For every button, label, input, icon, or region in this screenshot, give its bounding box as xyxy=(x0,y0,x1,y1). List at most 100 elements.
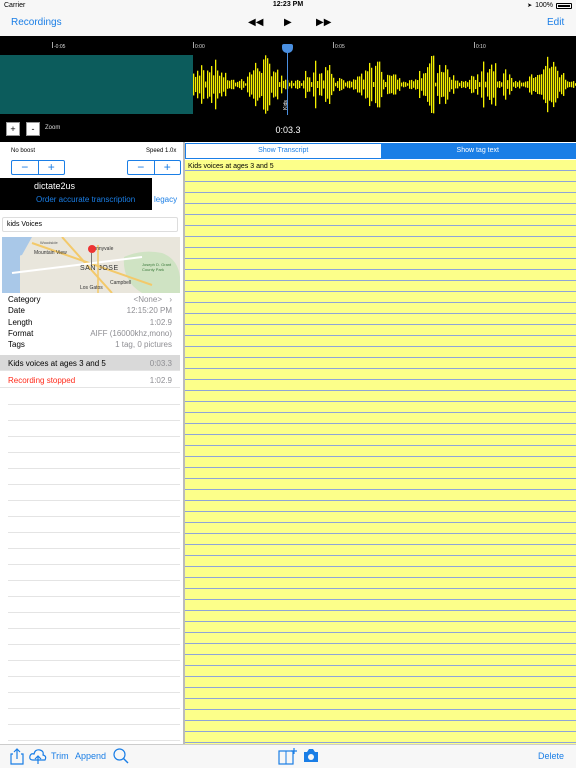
waveform-sample xyxy=(299,80,301,89)
waveform-sample xyxy=(539,74,541,95)
waveform-sample xyxy=(223,77,225,92)
playhead-handle[interactable] xyxy=(282,44,293,53)
waveform-sample xyxy=(427,67,429,102)
current-position: 0:03.3 xyxy=(275,125,301,135)
waveform-sample xyxy=(449,77,451,92)
boost-label: No boost xyxy=(11,148,36,154)
waveform-sample xyxy=(201,65,203,104)
waveform-sample xyxy=(251,74,253,95)
waveform-sample xyxy=(219,75,221,94)
waveform-sample xyxy=(511,77,513,92)
waveform-sample xyxy=(529,76,531,93)
zoom-in-button[interactable]: + xyxy=(6,122,20,136)
waveform-sample xyxy=(381,71,383,98)
waveform-sample xyxy=(453,75,455,94)
boost-stepper[interactable]: − + xyxy=(11,160,65,175)
speed-decrease-button[interactable]: − xyxy=(128,161,154,174)
waveform-sample xyxy=(385,81,387,88)
map-pin-icon xyxy=(88,245,96,253)
waveform-sample xyxy=(383,79,385,90)
waveform-sample xyxy=(549,68,551,101)
waveform-sample xyxy=(413,81,415,88)
waveform-sample xyxy=(255,62,257,107)
tag-time: 0:03.3 xyxy=(149,359,172,368)
waveform-sample xyxy=(309,77,311,92)
delete-button[interactable]: Delete xyxy=(538,751,564,761)
edit-button[interactable]: Edit xyxy=(547,17,564,28)
waveform-sample xyxy=(327,70,329,99)
waveform-sample xyxy=(491,64,493,105)
recordings-back-button[interactable]: Recordings xyxy=(11,17,62,28)
waveform-sample xyxy=(521,82,523,87)
waveform-sample xyxy=(495,63,497,106)
waveform-sample xyxy=(261,72,263,97)
boost-decrease-button[interactable]: − xyxy=(12,161,38,174)
waveform-sample xyxy=(367,71,369,98)
waveform-sample xyxy=(569,81,571,88)
order-transcription-link[interactable]: Order accurate transcription xyxy=(36,195,135,204)
add-picture-icon[interactable] xyxy=(278,748,298,765)
tab-show-tag-text[interactable]: Show tag text xyxy=(380,144,575,158)
cloud-upload-icon[interactable] xyxy=(29,748,47,765)
waveform-sample xyxy=(429,63,431,106)
info-key: Date xyxy=(8,306,25,315)
map-label: Woodside xyxy=(40,240,58,245)
zoom-out-button[interactable]: - xyxy=(26,122,40,136)
waveform-sample xyxy=(351,81,353,88)
info-key: Tags xyxy=(8,340,25,349)
tag-text-notepad[interactable]: Kids voices at ages 3 and 5 xyxy=(185,160,576,744)
camera-icon[interactable] xyxy=(303,748,319,763)
tag-list-item[interactable]: Recording stopped 1:02.9 xyxy=(0,372,180,388)
waveform-sample xyxy=(421,78,423,91)
waveform-sample xyxy=(303,80,305,89)
legacy-link[interactable]: legacy xyxy=(154,195,177,204)
view-segmented-control[interactable]: Show Transcript Show tag text xyxy=(185,143,576,159)
boost-increase-button[interactable]: + xyxy=(37,161,65,174)
append-button[interactable]: Append xyxy=(75,751,106,761)
trim-button[interactable]: Trim xyxy=(51,751,69,761)
play-icon[interactable]: ▶ xyxy=(284,17,292,28)
fast-forward-icon[interactable]: ▶▶ xyxy=(316,17,331,28)
waveform-sample xyxy=(301,83,303,86)
waveform-sample xyxy=(259,71,261,98)
tag-text: Kids voices at ages 3 and 5 xyxy=(8,359,106,368)
waveform-panel[interactable]: -0:05 0:00 0:05 0:10 Kids + - Zoom 0:03.… xyxy=(0,36,576,142)
waveform-sample xyxy=(205,81,207,88)
waveform-sample xyxy=(293,83,295,86)
location-map[interactable]: Woodside Mountain View Sunnyvale SAN JOS… xyxy=(2,237,180,293)
waveform-sample xyxy=(355,79,357,90)
map-label: Joseph D. Grant County Park xyxy=(142,262,172,272)
waveform-sample xyxy=(317,81,319,88)
search-icon[interactable] xyxy=(113,748,129,765)
info-value: 1 tag, 0 pictures xyxy=(115,340,172,349)
waveform-sample xyxy=(401,82,403,87)
waveform-sample xyxy=(517,82,519,87)
nav-bar: Recordings ◀◀ ▶ ▶▶ Edit xyxy=(0,12,576,36)
recording-title-field[interactable]: kids Voices xyxy=(2,217,178,232)
waveform-sample xyxy=(215,59,217,110)
waveform-sample xyxy=(267,58,269,111)
waveform xyxy=(193,55,576,114)
waveform-sample xyxy=(561,74,563,95)
tag-list-item[interactable]: Kids voices at ages 3 and 5 0:03.3 xyxy=(0,355,180,371)
rewind-icon[interactable]: ◀◀ xyxy=(248,17,263,28)
waveform-sample xyxy=(563,73,565,96)
info-key: Category xyxy=(8,295,41,304)
info-format: Format AIFF (16000khz,mono) xyxy=(8,329,172,340)
waveform-sample xyxy=(545,65,547,104)
waveform-sample xyxy=(357,76,359,93)
info-category[interactable]: Category <None> › xyxy=(8,295,172,306)
waveform-sample xyxy=(297,79,299,90)
waveform-sample xyxy=(423,73,425,96)
tag-time: 1:02.9 xyxy=(149,376,172,385)
waveform-sample xyxy=(443,72,445,97)
waveform-sample xyxy=(559,77,561,92)
waveform-sample xyxy=(557,70,559,99)
speed-increase-button[interactable]: + xyxy=(153,161,181,174)
waveform-sample xyxy=(403,81,405,88)
share-icon[interactable] xyxy=(10,748,24,765)
speed-stepper[interactable]: − + xyxy=(127,160,181,175)
tab-show-transcript[interactable]: Show Transcript xyxy=(186,144,381,158)
waveform-sample xyxy=(439,64,441,105)
waveform-sample xyxy=(437,73,439,96)
